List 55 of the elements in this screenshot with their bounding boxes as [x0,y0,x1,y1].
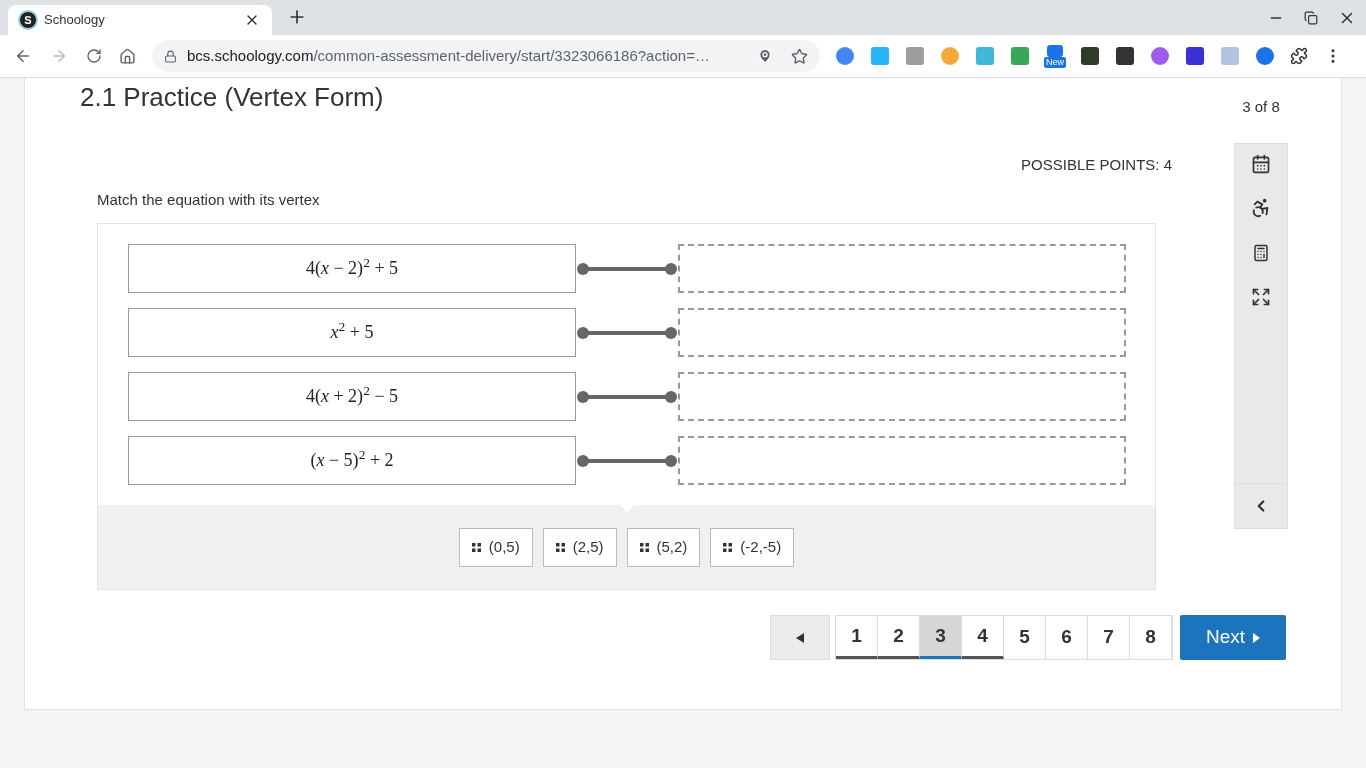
extension-icon[interactable] [1184,45,1206,67]
lock-icon [164,49,177,63]
assessment-title: 2.1 Practice (Vertex Form) [80,81,385,113]
new-badge: New [1044,56,1066,68]
question-prompt: Match the equation with its vertex [97,189,321,210]
extensions-icon[interactable] [1290,47,1308,65]
possible-points: POSSIBLE POINTS: 4 [1021,155,1172,175]
left-triangle-icon [796,632,804,643]
drag-handle-icon [555,542,565,552]
drag-handle-icon [639,542,649,552]
equation-card[interactable]: 4(x + 2)$^{2}$ − 5 [128,372,576,421]
home-icon[interactable] [119,47,136,65]
answer-label: (2,5) [572,536,604,557]
extension-icon[interactable] [1079,45,1101,67]
answer-label: (0,5) [488,536,520,557]
answer-chip[interactable]: (2,5) [542,527,617,567]
page-button[interactable]: 2 [878,616,920,659]
answer-chip[interactable]: (5,2) [626,527,701,567]
favicon: S [20,12,36,28]
page-button[interactable]: 4 [962,616,1004,659]
page-button[interactable]: 3 [920,616,962,659]
answer-label: (5,2) [656,536,688,557]
back-icon[interactable] [14,47,32,65]
location-icon[interactable] [757,48,773,64]
drag-handle-icon [723,542,733,552]
next-button[interactable]: Next [1180,615,1286,660]
tab-title: Schoology [44,11,106,30]
star-icon[interactable] [791,47,808,65]
equation-card[interactable]: 4(x − 2)$^{2}$ + 5 [128,244,576,293]
answer-chip[interactable]: (0,5) [458,527,533,567]
question-position: 3 of 8 [1242,97,1280,117]
url-text: bcs.schoology.com/common-assessment-delivery/start/3323066186?action=… [187,45,711,66]
drop-zone[interactable] [678,308,1126,357]
expand-icon[interactable] [1251,286,1271,307]
extension-icon[interactable] [1114,45,1136,67]
reload-icon[interactable] [86,48,102,64]
equation-text: 4(x − 2)$^{2}$ + 5 [305,255,399,280]
right-triangle-icon [1253,632,1261,643]
equation-card[interactable]: (x − 5)$^{2}$ + 2 [128,436,576,485]
browser-tab[interactable]: S Schoology [8,5,272,35]
equation-card[interactable]: x$^{2}$ + 5 [128,308,576,357]
drag-handle-icon [471,542,481,552]
drop-zone[interactable] [678,372,1126,421]
calculator-icon[interactable] [1252,243,1270,262]
page-button[interactable]: 1 [836,616,878,659]
restore-icon[interactable] [1304,11,1318,25]
drop-zone[interactable] [678,436,1126,485]
equation-text: (x − 5)$^{2}$ + 2 [310,447,394,472]
answer-label: (-2,-5) [740,536,782,557]
address-bar[interactable]: bcs.schoology.com/common-assessment-delivery/start/3323066186?action=… [152,40,820,72]
answer-chip[interactable]: (-2,-5) [710,527,795,567]
drop-zone[interactable] [678,244,1126,293]
equation-text: 4(x + 2)$^{2}$ − 5 [305,383,399,408]
equation-text: x$^{2}$ + 5 [330,319,374,344]
calendar-icon[interactable] [1251,153,1271,174]
